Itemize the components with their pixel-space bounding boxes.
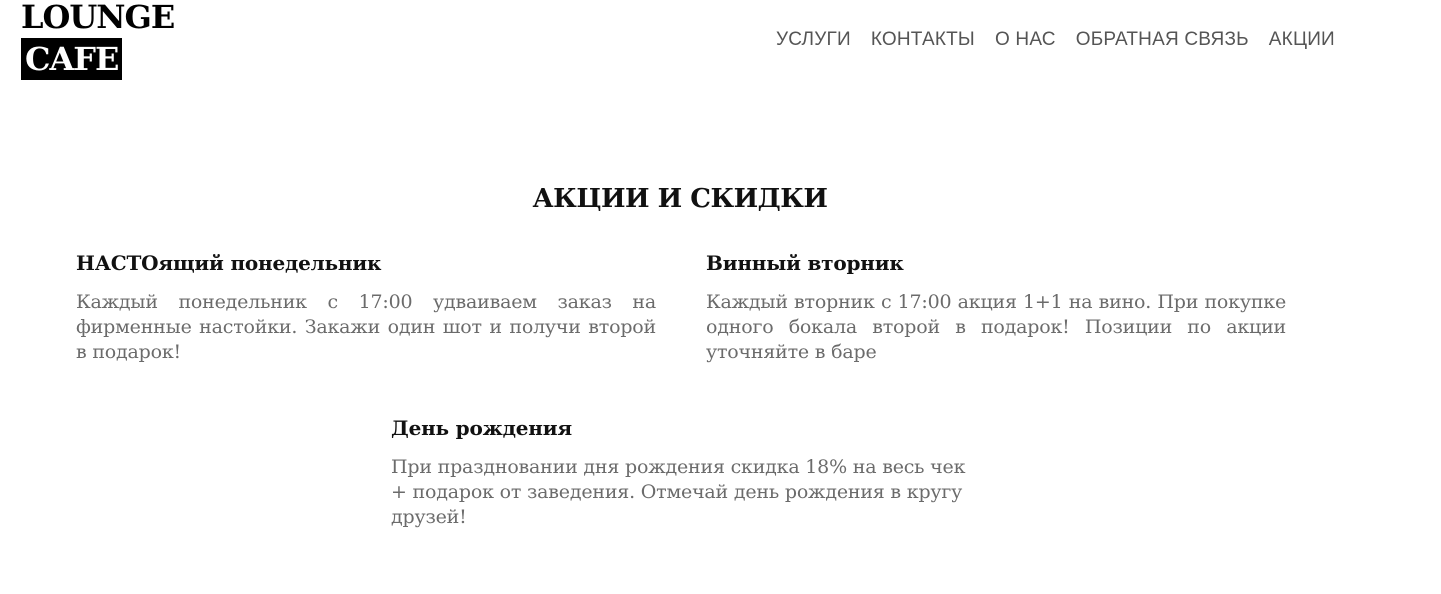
promo-title: День рождения (391, 416, 572, 440)
logo-text-lounge: LOUNGE (21, 0, 175, 36)
promo-title: Винный вторник (706, 251, 904, 275)
nav-item-services[interactable]: УСЛУГИ (776, 28, 851, 52)
nav-item-promotions[interactable]: АКЦИИ (1269, 28, 1335, 52)
site-logo[interactable]: LOUNGE CAFE (21, 0, 181, 80)
promo-card-birthday: День рождения При праздновании дня рожде… (391, 415, 971, 530)
nav-item-about[interactable]: О НАС (995, 28, 1056, 52)
promo-description: Каждый понедельник с 17:00 удваиваем зак… (76, 291, 656, 363)
promo-card-tuesday: Винный вторник Каждый вторник с 17:00 ак… (706, 250, 1286, 365)
section-title: АКЦИИ И СКИДКИ (532, 184, 829, 214)
logo-text-cafe: CAFE (21, 38, 122, 80)
main-nav: УСЛУГИ КОНТАКТЫ О НАС ОБРАТНАЯ СВЯЗЬ АКЦ… (776, 28, 1335, 52)
nav-item-feedback[interactable]: ОБРАТНАЯ СВЯЗЬ (1076, 28, 1249, 52)
promo-description: При праздновании дня рождения скидка 18%… (391, 456, 966, 528)
promo-description: Каждый вторник с 17:00 акция 1+1 на вино… (706, 291, 1286, 363)
nav-item-contacts[interactable]: КОНТАКТЫ (871, 28, 975, 52)
promo-title: НАСТОящий понедельник (76, 251, 382, 275)
promo-card-monday: НАСТОящий понедельник Каждый понедельник… (76, 250, 656, 365)
